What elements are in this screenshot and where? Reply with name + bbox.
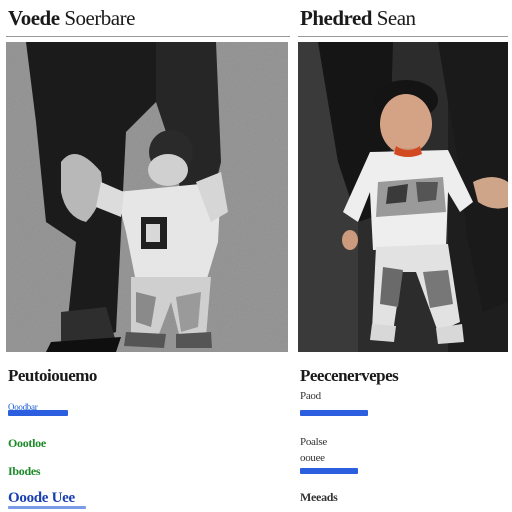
left-link-2[interactable]: Oootloe bbox=[8, 436, 46, 451]
right-photo-image bbox=[298, 42, 508, 352]
left-card-title: Voede Soerbare bbox=[8, 6, 135, 31]
left-link-4[interactable]: Ooode Uee bbox=[8, 490, 75, 507]
right-link-bar-1[interactable] bbox=[300, 410, 368, 416]
left-title-bold: Voede bbox=[8, 6, 60, 30]
left-info-title: Peutoiouemo bbox=[8, 366, 97, 385]
right-card-title: Phedred Sean bbox=[300, 6, 416, 31]
right-line-2: Poalse bbox=[300, 436, 327, 448]
left-divider bbox=[6, 36, 290, 37]
right-line-1: Paod bbox=[300, 390, 321, 402]
right-title-light: Sean bbox=[376, 6, 416, 30]
left-link-bar-2 bbox=[8, 506, 86, 509]
comparison-page: Voede Soerbare Peutoiouemo Ooodbar Oootl… bbox=[0, 0, 512, 512]
right-title-bold: Phedred bbox=[300, 6, 372, 30]
left-title-light: Soerbare bbox=[64, 6, 135, 30]
right-link-bar-2[interactable] bbox=[300, 468, 358, 474]
right-divider bbox=[298, 36, 508, 37]
left-photo-image bbox=[6, 42, 288, 352]
right-line-4: Meeads bbox=[300, 490, 338, 504]
left-link-1[interactable]: Ooodbar bbox=[8, 402, 38, 412]
left-link-3[interactable]: Ibodes bbox=[8, 464, 41, 479]
right-photo[interactable] bbox=[298, 42, 508, 352]
right-info-title: Peecenervepes bbox=[300, 366, 399, 385]
left-photo[interactable] bbox=[6, 42, 288, 352]
right-line-3: oouee bbox=[300, 452, 325, 464]
